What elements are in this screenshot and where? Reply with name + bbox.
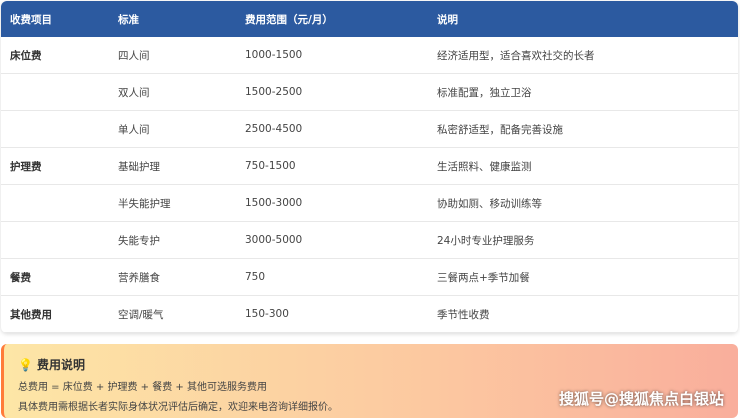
cell-standard: 基础护理 <box>118 160 160 173</box>
table-row: 半失能护理 1500-3000 协助如厕、移动训练等 <box>1 185 738 222</box>
cell-item: 其他费用 <box>10 308 52 321</box>
cell-range: 750-1500 <box>245 160 296 172</box>
table-row: 失能专护 3000-5000 24小时专业护理服务 <box>1 222 738 259</box>
cell-range: 750 <box>245 271 266 283</box>
cell-range: 1500-2500 <box>245 86 303 98</box>
table-row: 餐费 营养膳食 750 三餐两点+季节加餐 <box>1 259 738 296</box>
header-item: 收费项目 <box>10 13 52 26</box>
cell-item: 护理费 <box>10 160 42 173</box>
cell-standard: 四人间 <box>118 49 150 62</box>
watermark: 搜狐号@搜狐焦点白银站 <box>558 390 724 408</box>
cell-range: 1000-1500 <box>245 49 303 61</box>
fee-table: 收费项目 标准 费用范围（元/月） 说明 床位费 四人间 1000-1500 经济适用… <box>1 1 738 333</box>
cell-desc: 经济适用型，适合喜欢社交的长者 <box>437 49 595 62</box>
cell-range: 3000-5000 <box>245 234 303 246</box>
cell-standard: 双人间 <box>118 86 150 99</box>
header-desc: 说明 <box>437 13 458 26</box>
cell-desc: 私密舒适型，配备完善设施 <box>437 123 563 136</box>
cell-item: 床位费 <box>10 49 42 62</box>
table-row: 双人间 1500-2500 标准配置，独立卫浴 <box>1 74 738 111</box>
cell-standard: 营养膳食 <box>118 271 160 284</box>
cell-standard: 失能专护 <box>118 234 160 247</box>
cell-range: 1500-3000 <box>245 197 303 209</box>
cell-desc: 生活照料、健康监测 <box>437 160 532 173</box>
header-standard: 标准 <box>118 13 139 26</box>
cell-desc: 24小时专业护理服务 <box>437 234 535 247</box>
cell-item: 餐费 <box>10 271 31 284</box>
table-row: 其他费用 空调/暖气 150-300 季节性收费 <box>1 296 738 333</box>
cell-range: 2500-4500 <box>245 123 303 135</box>
cell-desc: 三餐两点+季节加餐 <box>437 271 530 284</box>
header-range: 费用范围（元/月） <box>245 13 333 26</box>
cell-desc: 季节性收费 <box>437 308 490 321</box>
note-title: 费用说明 <box>36 358 85 372</box>
lightbulb-icon: 💡 <box>18 357 33 372</box>
cell-standard: 半失能护理 <box>118 197 171 210</box>
cell-range: 150-300 <box>245 308 289 320</box>
table-row: 护理费 基础护理 750-1500 生活照料、健康监测 <box>1 148 738 185</box>
cell-desc: 协助如厕、移动训练等 <box>437 197 542 210</box>
cell-standard: 空调/暖气 <box>118 308 164 321</box>
table-header: 收费项目 标准 费用范围（元/月） 说明 <box>1 1 738 37</box>
table-row: 单人间 2500-4500 私密舒适型，配备完善设施 <box>1 111 738 148</box>
cell-desc: 标准配置，独立卫浴 <box>437 86 532 99</box>
table-row: 床位费 四人间 1000-1500 经济适用型，适合喜欢社交的长者 <box>1 37 738 74</box>
cell-standard: 单人间 <box>118 123 150 136</box>
